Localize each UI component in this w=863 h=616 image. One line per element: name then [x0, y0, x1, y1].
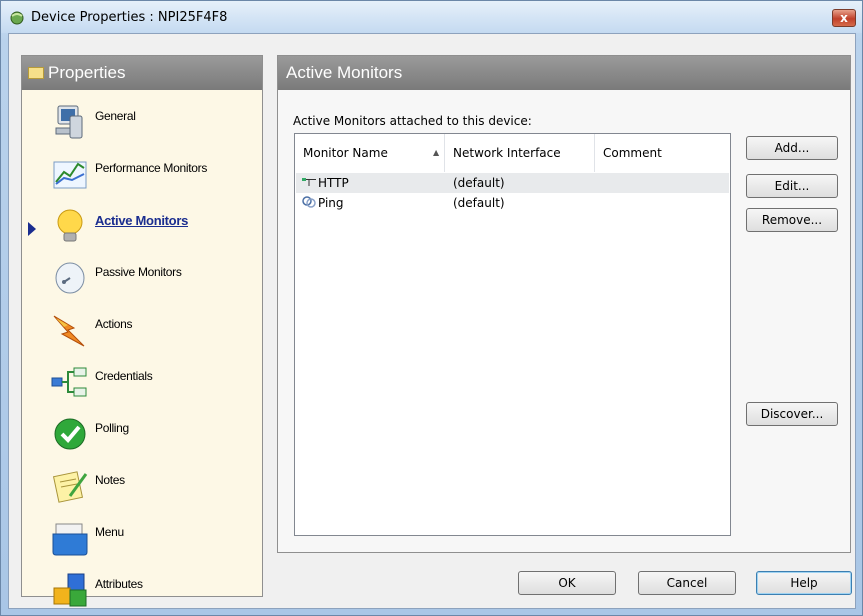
- table-row[interactable]: HTTP (default): [296, 173, 729, 193]
- close-button[interactable]: x: [832, 9, 856, 27]
- table-row[interactable]: Ping (default): [296, 193, 729, 213]
- sidebar-item-general[interactable]: General: [22, 96, 262, 148]
- sidebar-item-active-monitors[interactable]: Active Monitors: [22, 200, 262, 252]
- network-interface-cell: (default): [453, 196, 505, 210]
- title-bar[interactable]: Device Properties : NPI25F4F8 x: [1, 1, 862, 33]
- folder-icon: [28, 67, 44, 79]
- sidebar-item-label: Credentials: [95, 369, 153, 383]
- chart-icon: [53, 161, 87, 189]
- notepad-icon: [52, 471, 88, 503]
- sidebar-item-passive-monitors[interactable]: Passive Monitors: [22, 252, 262, 304]
- lightning-icon: [53, 315, 85, 347]
- panel-title: Active Monitors: [278, 56, 850, 90]
- sidebar-item-attributes[interactable]: Attributes: [22, 564, 262, 616]
- sidebar-item-label: Active Monitors: [95, 213, 189, 228]
- satellite-dish-icon: [55, 262, 85, 294]
- column-label: Monitor Name: [303, 146, 388, 160]
- sidebar-item-notes[interactable]: Notes: [22, 460, 262, 512]
- monitor-name-cell: HTTP: [302, 173, 349, 193]
- cancel-button[interactable]: Cancel: [638, 571, 736, 595]
- column-monitor-name[interactable]: Monitor Name ▲: [295, 134, 445, 172]
- sidebar-item-label: Actions: [95, 317, 133, 331]
- lightbulb-icon: [57, 209, 83, 242]
- column-comment[interactable]: Comment: [595, 134, 730, 172]
- edit-button[interactable]: Edit...: [746, 174, 838, 198]
- sort-ascending-icon: ▲: [433, 148, 440, 157]
- sidebar-item-label: Notes: [95, 473, 125, 487]
- sidebar-header: Properties: [22, 56, 262, 90]
- properties-sidebar: Properties General Performance Monitors: [21, 55, 263, 607]
- active-monitors-panel: Active Monitors Active Monitors attached…: [277, 55, 851, 553]
- remove-button[interactable]: Remove...: [746, 208, 838, 232]
- sidebar-item-polling[interactable]: Polling: [22, 408, 262, 460]
- device-properties-window: Device Properties : NPI25F4F8 x Properti…: [0, 0, 863, 616]
- selection-arrow-icon: [28, 222, 36, 236]
- menu-folder-icon: [52, 523, 88, 556]
- app-logo-icon: [10, 11, 24, 25]
- sidebar-header-label: Properties: [48, 63, 126, 82]
- sidebar-item-menu[interactable]: Menu: [22, 512, 262, 564]
- help-button[interactable]: Help: [756, 571, 852, 595]
- sidebar-item-credentials[interactable]: Credentials: [22, 356, 262, 408]
- column-label: Network Interface: [453, 146, 561, 160]
- ping-monitor-icon: [302, 196, 316, 208]
- checkmark-icon: [54, 418, 86, 450]
- cubes-icon: [53, 573, 87, 607]
- sidebar-item-label: Attributes: [95, 577, 143, 591]
- network-icon: [51, 367, 87, 397]
- sidebar-item-label: Performance Monitors: [95, 161, 208, 175]
- sidebar-item-label: Menu: [95, 525, 124, 539]
- add-button[interactable]: Add...: [746, 136, 838, 160]
- network-interface-cell: (default): [453, 176, 505, 190]
- ok-button[interactable]: OK: [518, 571, 616, 595]
- sidebar-item-label: Polling: [95, 421, 129, 435]
- monitor-name-cell: Ping: [302, 193, 344, 213]
- monitors-list[interactable]: Monitor Name ▲ Network Interface Comment: [294, 133, 731, 536]
- column-label: Comment: [603, 146, 662, 160]
- discover-button[interactable]: Discover...: [746, 402, 838, 426]
- computer-icon: [55, 105, 83, 139]
- http-monitor-icon: [302, 178, 316, 186]
- sidebar-item-label: Passive Monitors: [95, 265, 182, 279]
- column-network-interface[interactable]: Network Interface: [445, 134, 595, 172]
- list-caption: Active Monitors attached to this device:: [293, 114, 532, 128]
- sidebar-item-performance-monitors[interactable]: Performance Monitors: [22, 148, 262, 200]
- list-header: Monitor Name ▲ Network Interface Comment: [295, 134, 730, 172]
- window-title: Device Properties : NPI25F4F8: [31, 10, 228, 25]
- sidebar-item-label: General: [95, 109, 136, 123]
- sidebar-item-actions[interactable]: Actions: [22, 304, 262, 356]
